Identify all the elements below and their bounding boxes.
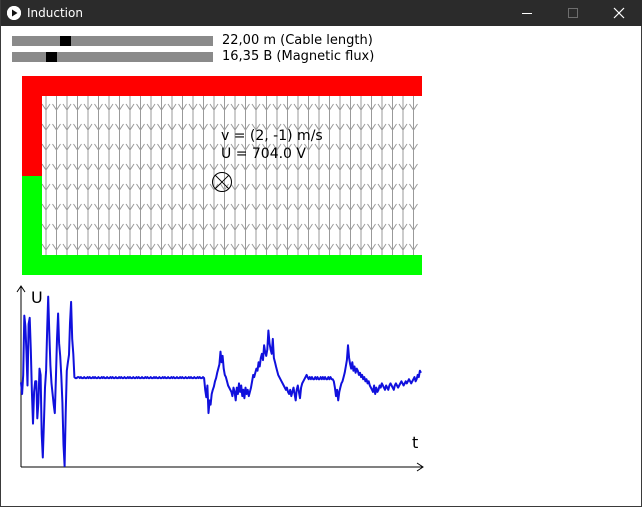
x-axis-label: t bbox=[412, 433, 419, 452]
y-axis-label: U bbox=[31, 288, 43, 307]
voltage-chart bbox=[16, 285, 424, 472]
x-axis bbox=[21, 462, 424, 472]
app-window: Induction 22,00 m (Cable length) 16,35 B… bbox=[0, 0, 642, 507]
voltage-series-line bbox=[20, 295, 422, 467]
